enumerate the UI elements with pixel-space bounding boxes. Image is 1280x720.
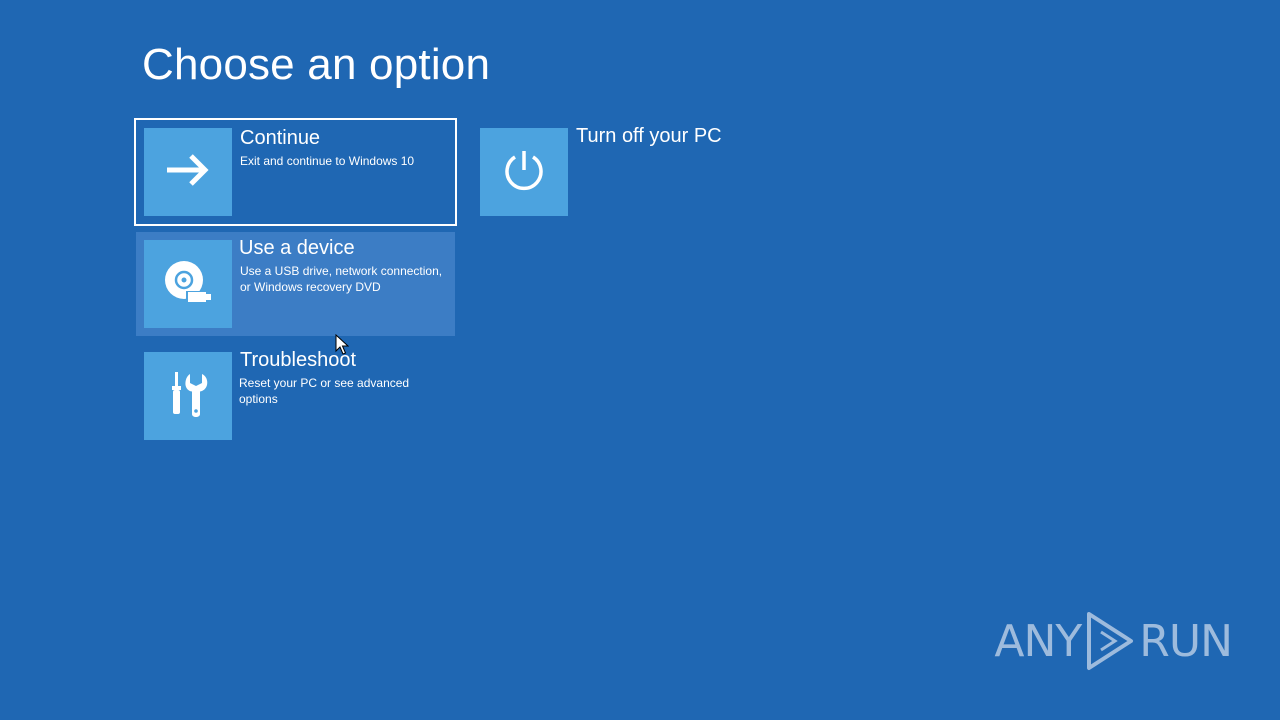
- use-device-tile: [144, 240, 232, 328]
- power-icon: [502, 148, 546, 197]
- play-logo-icon: [1083, 610, 1137, 672]
- option-title: Continue: [240, 127, 321, 149]
- watermark-text-right: RUN: [1139, 615, 1233, 667]
- option-turn-off-pc[interactable]: Turn off your PC: [472, 120, 794, 224]
- option-title: Use a device: [239, 237, 355, 259]
- disc-usb-icon: [162, 258, 214, 311]
- option-use-a-device[interactable]: Use a device Use a USB drive, network co…: [136, 232, 455, 336]
- page-title: Choose an option: [142, 40, 491, 89]
- option-description: Reset your PC or see advanced options: [239, 376, 410, 406]
- option-continue[interactable]: Continue Exit and continue to Windows 10: [134, 118, 457, 226]
- tools-icon: [168, 370, 208, 423]
- recovery-screen: Choose an option Continue Exit and conti…: [0, 0, 1280, 720]
- option-troubleshoot[interactable]: Troubleshoot Reset your PC or see advanc…: [136, 344, 455, 448]
- option-title: Turn off your PC: [576, 125, 722, 147]
- mouse-cursor-icon: [335, 333, 350, 361]
- continue-tile: [144, 128, 232, 216]
- watermark-text-left: ANY: [994, 615, 1082, 667]
- troubleshoot-tile: [144, 352, 232, 440]
- option-description: Exit and continue to Windows 10: [240, 154, 415, 168]
- option-description: Use a USB drive, network connection, or …: [240, 264, 443, 294]
- anyrun-watermark: ANY RUN: [994, 610, 1233, 672]
- turn-off-tile: [480, 128, 568, 216]
- arrow-right-icon: [165, 152, 211, 193]
